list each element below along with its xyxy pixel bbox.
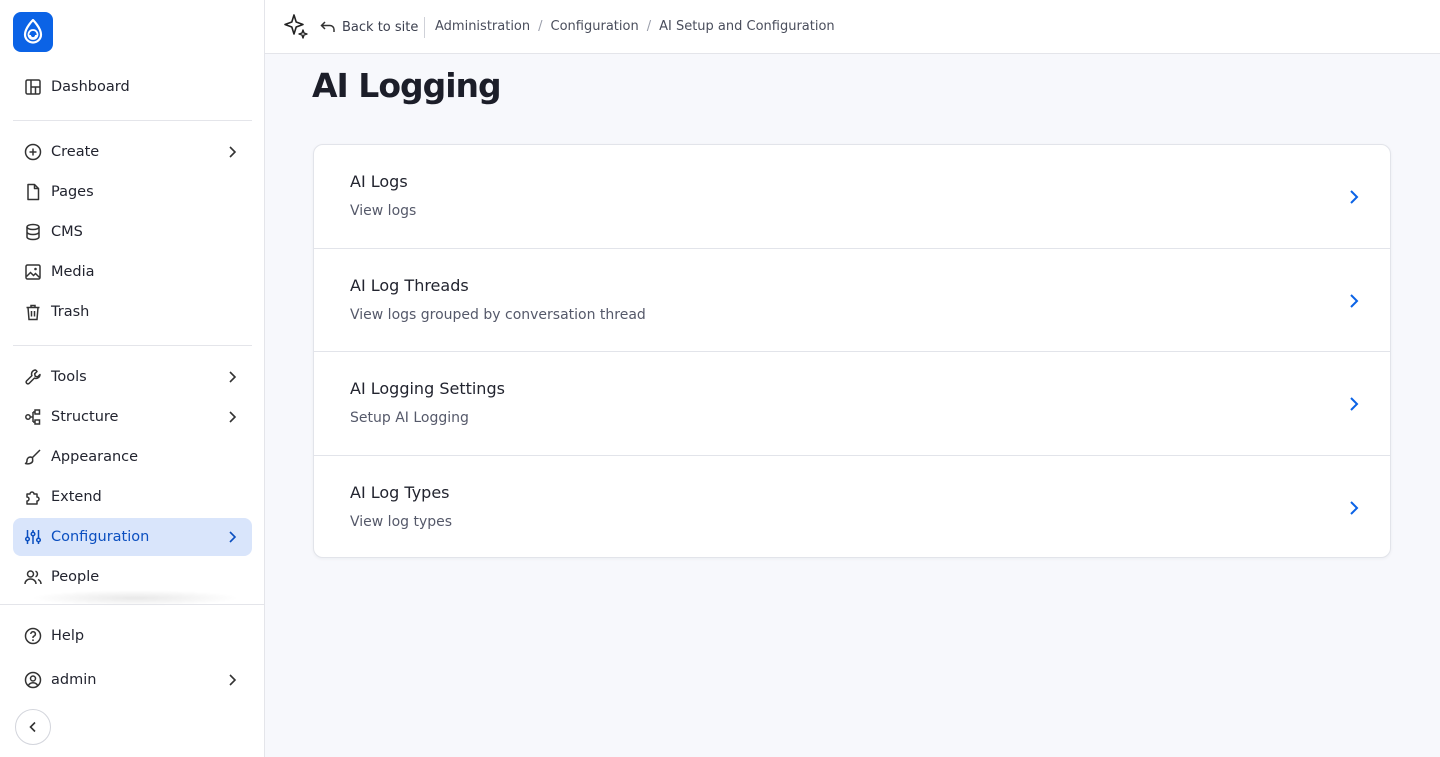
breadcrumb-ai-setup[interactable]: AI Setup and Configuration bbox=[659, 19, 835, 34]
back-to-site-link[interactable]: Back to site bbox=[320, 17, 418, 37]
list-item-description: View log types bbox=[350, 514, 453, 530]
app-root: Dashboard Create Pages CMS Media Trash T… bbox=[0, 0, 1440, 757]
dashboard-icon bbox=[23, 77, 43, 97]
sidebar-item-label: Structure bbox=[51, 409, 119, 425]
sidebar-item-tools[interactable]: Tools bbox=[13, 358, 252, 396]
sidebar-item-label: Media bbox=[51, 264, 95, 280]
list-item-description: Setup AI Logging bbox=[350, 410, 469, 426]
chevron-right-icon bbox=[229, 411, 237, 423]
sidebar-item-cms[interactable]: CMS bbox=[13, 213, 252, 251]
plus-circle-icon bbox=[23, 142, 43, 162]
breadcrumb-configuration[interactable]: Configuration bbox=[551, 19, 639, 34]
sidebar-item-appearance[interactable]: Appearance bbox=[13, 438, 252, 476]
sidebar-item-label: Tools bbox=[51, 369, 87, 385]
structure-icon bbox=[23, 407, 43, 427]
breadcrumb: Administration / Configuration / AI Setu… bbox=[435, 19, 835, 34]
puzzle-icon bbox=[23, 487, 43, 507]
sidebar-item-label: admin bbox=[51, 672, 97, 688]
list-item-ai-logs[interactable]: AI Logs View logs bbox=[314, 145, 1390, 249]
list-item-description: View logs grouped by conversation thread bbox=[350, 307, 646, 323]
list-item-title: AI Log Threads bbox=[350, 276, 469, 295]
chevron-right-icon bbox=[1350, 190, 1359, 204]
sidebar-divider bbox=[13, 120, 252, 121]
list-item-title: AI Logs bbox=[350, 172, 408, 191]
sidebar-item-label: CMS bbox=[51, 224, 83, 240]
chevron-right-icon bbox=[1350, 397, 1359, 411]
list-item-description: View logs bbox=[350, 203, 417, 219]
list-item-ai-log-types[interactable]: AI Log Types View log types bbox=[314, 455, 1390, 559]
sidebar-divider bbox=[13, 345, 252, 346]
wrench-icon bbox=[23, 367, 43, 387]
help-icon bbox=[23, 626, 43, 646]
sidebar-item-label: Configuration bbox=[51, 529, 150, 545]
chevron-right-icon bbox=[229, 146, 237, 158]
ai-sparkle-icon[interactable] bbox=[283, 13, 309, 39]
database-icon bbox=[23, 222, 43, 242]
image-icon bbox=[23, 262, 43, 282]
sidebar-item-label: Extend bbox=[51, 489, 102, 505]
collapse-sidebar-button[interactable] bbox=[15, 709, 51, 745]
sidebar-item-create[interactable]: Create bbox=[13, 133, 252, 171]
sidebar-item-label: People bbox=[51, 569, 100, 585]
topbar-divider bbox=[424, 17, 425, 38]
sidebar-item-help[interactable]: Help bbox=[13, 617, 252, 655]
page-title: AI Logging bbox=[312, 66, 502, 105]
drop-icon bbox=[23, 19, 43, 44]
sidebar-item-extend[interactable]: Extend bbox=[13, 478, 252, 516]
sidebar-item-media[interactable]: Media bbox=[13, 253, 252, 291]
chevron-right-icon bbox=[229, 531, 237, 543]
chevron-left-icon bbox=[29, 721, 36, 733]
breadcrumb-separator: / bbox=[538, 19, 543, 34]
list-item-title: AI Logging Settings bbox=[350, 379, 505, 398]
list-item-title: AI Log Types bbox=[350, 483, 450, 502]
sidebar-item-label: Appearance bbox=[51, 449, 139, 465]
sidebar-item-label: Help bbox=[51, 628, 85, 644]
file-icon bbox=[23, 182, 43, 202]
sidebar-item-structure[interactable]: Structure bbox=[13, 398, 252, 436]
sliders-icon bbox=[23, 527, 43, 547]
sidebar-divider bbox=[0, 604, 264, 605]
return-arrow-icon bbox=[320, 21, 335, 32]
top-bar: Back to site Administration / Configurat… bbox=[265, 0, 1440, 54]
chevron-right-icon bbox=[229, 371, 237, 383]
trash-icon bbox=[23, 302, 43, 322]
chevron-right-icon bbox=[229, 674, 237, 686]
admin-list-card: AI Logs View logs AI Log Threads View lo… bbox=[313, 144, 1391, 558]
list-item-ai-log-threads[interactable]: AI Log Threads View logs grouped by conv… bbox=[314, 248, 1390, 352]
user-circle-icon bbox=[23, 670, 43, 690]
chevron-right-icon bbox=[1350, 294, 1359, 308]
brush-icon bbox=[23, 447, 43, 467]
sidebar-item-label: Pages bbox=[51, 184, 94, 200]
sidebar-item-dashboard[interactable]: Dashboard bbox=[13, 68, 252, 106]
sidebar-item-label: Create bbox=[51, 144, 100, 160]
back-to-site-label: Back to site bbox=[342, 19, 419, 35]
breadcrumb-administration[interactable]: Administration bbox=[435, 19, 530, 34]
chevron-right-icon bbox=[1350, 501, 1359, 515]
sidebar-item-label: Dashboard bbox=[51, 79, 130, 95]
sidebar-item-pages[interactable]: Pages bbox=[13, 173, 252, 211]
drupal-logo[interactable] bbox=[13, 12, 53, 52]
breadcrumb-separator: / bbox=[646, 19, 652, 34]
people-icon bbox=[23, 567, 43, 587]
sidebar-item-configuration[interactable]: Configuration bbox=[13, 518, 252, 556]
list-item-ai-logging-settings[interactable]: AI Logging Settings Setup AI Logging bbox=[314, 351, 1390, 455]
sidebar: Dashboard Create Pages CMS Media Trash T… bbox=[0, 0, 265, 757]
sidebar-item-admin[interactable]: admin bbox=[13, 661, 252, 699]
sidebar-item-label: Trash bbox=[51, 304, 90, 320]
sidebar-item-trash[interactable]: Trash bbox=[13, 293, 252, 331]
